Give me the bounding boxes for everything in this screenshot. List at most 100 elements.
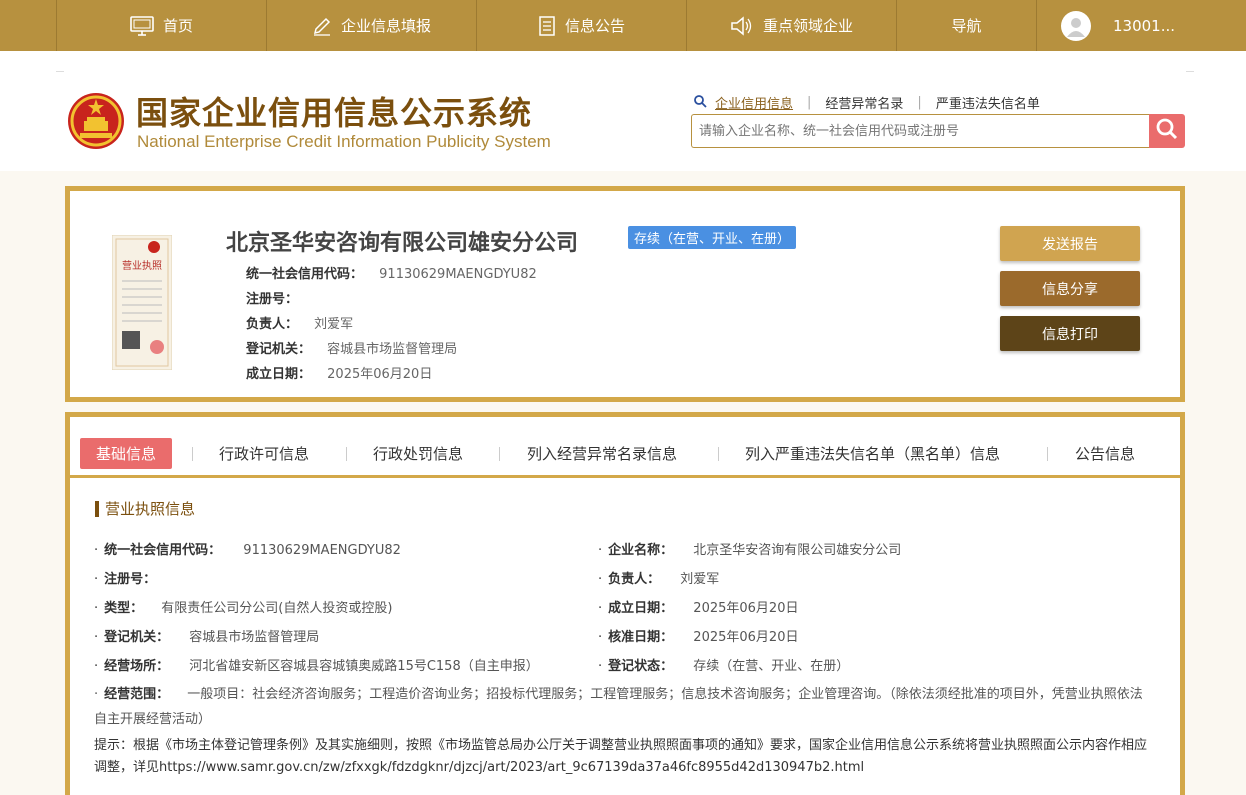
field-label: 经营场所： xyxy=(104,659,170,674)
nav-key[interactable]: 重点领域企业 xyxy=(686,0,896,51)
section-title: 营业执照信息 xyxy=(95,501,195,517)
field-label: 负责人： xyxy=(608,572,661,587)
monitor-icon xyxy=(130,15,154,36)
site-subtitle: National Enterprise Credit Information P… xyxy=(137,132,551,151)
nav-key-label: 重点领域企业 xyxy=(762,17,853,35)
search-icon xyxy=(1155,117,1179,145)
field-label: 成立日期： xyxy=(608,601,674,616)
nav-guide-label: 导航 xyxy=(951,17,982,35)
info-date: 成立日期： 2025年06月20日 xyxy=(246,363,432,382)
field-value: 北京圣华安咨询有限公司雄安分公司 xyxy=(693,543,902,558)
field-est-date: · 成立日期： 2025年06月20日 xyxy=(598,597,798,616)
authority-value: 容城县市场监督管理局 xyxy=(327,342,458,357)
divider xyxy=(718,447,719,461)
credit-code-value: 91130629MAENGDYU82 xyxy=(379,267,537,282)
field-approve-date: · 核准日期： 2025年06月20日 xyxy=(598,626,798,645)
tabs-bar: 基础信息 行政许可信息 行政处罚信息 列入经营异常名录信息 列入严重违法失信名单… xyxy=(70,417,1180,478)
date-label: 成立日期： xyxy=(246,367,312,382)
bullet-icon: · xyxy=(94,687,99,702)
site-header: 国家企业信用信息公示系统 National Enterprise Credit … xyxy=(0,51,1246,171)
field-address: · 经营场所： 河北省雄安新区容城县容城镇奥威路15号C158（自主申报） xyxy=(94,655,539,674)
bullet-icon: · xyxy=(94,601,99,616)
business-license-image[interactable]: 营业执照 xyxy=(111,234,173,371)
authority-label: 登记机关： xyxy=(246,342,312,357)
nav-notice-label: 信息公告 xyxy=(564,17,625,35)
field-label: 登记机关： xyxy=(104,630,170,645)
national-emblem-icon xyxy=(66,91,126,151)
field-value: 存续（在营、开业、在册） xyxy=(693,659,850,674)
nav-user[interactable]: 13001... xyxy=(1036,0,1246,51)
field-label: 注册号： xyxy=(104,572,157,587)
search-tab-blacklist[interactable]: 严重违法失信名单 xyxy=(936,93,1040,112)
search-tab-credit[interactable]: 企业信用信息 xyxy=(715,93,793,112)
tab-notice[interactable]: 公告信息 xyxy=(1075,438,1135,469)
tab-abnormal[interactable]: 列入经营异常名录信息 xyxy=(527,438,677,469)
search-button[interactable] xyxy=(1149,114,1185,148)
field-label: 登记状态： xyxy=(608,659,674,674)
field-reg-no: · 注册号： xyxy=(94,568,156,587)
info-reg-no: 注册号： xyxy=(246,288,310,307)
field-label: 核准日期： xyxy=(608,630,674,645)
reg-no-label: 注册号： xyxy=(246,292,299,307)
field-value: 91130629MAENGDYU82 xyxy=(243,543,401,558)
bullet-icon: · xyxy=(598,543,603,558)
field-reg-status: · 登记状态： 存续（在营、开业、在册） xyxy=(598,655,849,674)
nav-guide[interactable]: 导航 xyxy=(896,0,1036,51)
nav-notice[interactable]: 信息公告 xyxy=(476,0,686,51)
edit-icon xyxy=(312,16,332,36)
speaker-icon xyxy=(730,15,754,36)
search-tabs: 企业信用信息 | 经营异常名录 | 严重违法失信名单 xyxy=(693,93,1040,112)
search-small-icon xyxy=(693,94,707,112)
divider: | xyxy=(917,95,922,110)
tab-blacklist[interactable]: 列入严重违法失信名单（黑名单）信息 xyxy=(745,438,1000,469)
bullet-icon: · xyxy=(94,630,99,645)
site-title: 国家企业信用信息公示系统 xyxy=(136,94,533,132)
tab-penalty[interactable]: 行政处罚信息 xyxy=(373,438,463,469)
divider xyxy=(56,71,64,72)
search-input[interactable] xyxy=(691,114,1149,148)
license-detail: 营业执照信息 · 统一社会信用代码： 91130629MAENGDYU82 · 企业… xyxy=(65,478,1185,795)
send-report-button[interactable]: 发送报告 xyxy=(1000,226,1140,261)
date-value: 2025年06月20日 xyxy=(327,367,433,382)
bullet-icon: · xyxy=(94,572,99,587)
search-tab-abnormal[interactable]: 经营异常名录 xyxy=(825,93,903,112)
license-title: 营业执照 xyxy=(122,259,162,272)
field-authority: · 登记机关： 容城县市场监督管理局 xyxy=(94,626,319,645)
divider xyxy=(1047,447,1048,461)
bullet-icon: · xyxy=(598,572,603,587)
manager-value: 刘爱军 xyxy=(314,317,354,332)
field-value: 有限责任公司分公司(自然人投资或控股) xyxy=(161,601,393,616)
nav-fill[interactable]: 企业信息填报 xyxy=(266,0,476,51)
tab-license[interactable]: 行政许可信息 xyxy=(219,438,309,469)
divider xyxy=(346,447,347,461)
field-value: 容城县市场监督管理局 xyxy=(189,630,320,645)
field-credit-code: · 统一社会信用代码： 91130629MAENGDYU82 xyxy=(94,539,401,558)
nav-home-label: 首页 xyxy=(162,17,193,35)
bullet-icon: · xyxy=(94,659,99,674)
top-nav: 首页 企业信息填报 信息公告 重点领域企业 导航 13001... xyxy=(0,0,1246,51)
tab-basic[interactable]: 基础信息 xyxy=(80,438,173,469)
nav-fill-label: 企业信息填报 xyxy=(340,17,431,35)
divider: | xyxy=(807,95,812,110)
field-scope: · 经营范围： 一般项目：社会经济咨询服务；工程造价咨询业务；招投标代理服务；工程… xyxy=(94,682,1154,732)
field-type: · 类型： 有限责任公司分公司(自然人投资或控股) xyxy=(94,597,392,616)
nav-user-label: 13001... xyxy=(1113,16,1176,35)
nav-home[interactable]: 首页 xyxy=(56,0,266,51)
bullet-icon: · xyxy=(598,659,603,674)
avatar-icon xyxy=(1061,10,1091,41)
print-info-button[interactable]: 信息打印 xyxy=(1000,316,1140,351)
divider xyxy=(192,447,193,461)
manager-label: 负责人： xyxy=(246,317,299,332)
share-info-button[interactable]: 信息分享 xyxy=(1000,271,1140,306)
info-manager: 负责人： 刘爱军 xyxy=(246,313,353,332)
document-icon xyxy=(538,15,556,36)
info-credit-code: 统一社会信用代码： 91130629MAENGDYU82 xyxy=(246,263,537,282)
field-company-name: · 企业名称： 北京圣华安咨询有限公司雄安分公司 xyxy=(598,539,901,558)
company-name: 北京圣华安咨询有限公司雄安分公司 xyxy=(226,231,579,256)
bullet-icon: · xyxy=(598,601,603,616)
field-value: 2025年06月20日 xyxy=(693,601,799,616)
notice-tip: 提示：根据《市场主体登记管理条例》及其实施细则，按照《市场监管总局办公厅关于调整… xyxy=(94,738,1148,775)
field-label: 经营范围： xyxy=(104,687,170,702)
divider xyxy=(1186,71,1194,72)
bullet-icon: · xyxy=(94,543,99,558)
